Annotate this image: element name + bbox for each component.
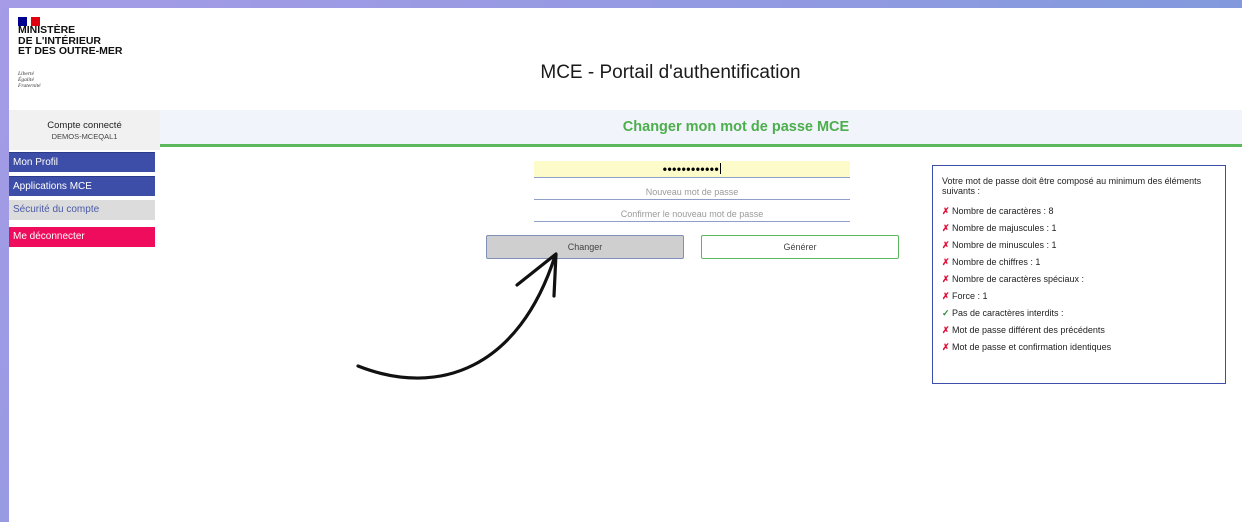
confirm-password-field[interactable]: Confirmer le nouveau mot de passe	[534, 206, 850, 222]
rule-text: Force : 1	[952, 291, 988, 301]
rule-item: ✗ Nombre de caractères spéciaux :	[942, 271, 1225, 288]
account-label: Compte connecté	[47, 120, 122, 131]
app-window: MINISTÈRE DE L'INTÉRIEUR ET DES OUTRE-ME…	[9, 8, 1242, 522]
fail-mark-icon: ✗	[942, 342, 950, 352]
rules-list: ✗ Nombre de caractères : 8 ✗ Nombre de maj…	[942, 203, 1225, 356]
rule-item: ✗ Force : 1	[942, 288, 1225, 305]
rule-text: Nombre de majuscules : 1	[952, 223, 1057, 233]
current-password-field[interactable]: ••••••••••••	[534, 161, 850, 178]
section-banner: Changer mon mot de passe MCE	[160, 110, 1242, 147]
check-mark-icon: ✓	[942, 308, 950, 318]
fail-mark-icon: ✗	[942, 325, 950, 335]
french-flag-icon	[18, 13, 44, 26]
fail-mark-icon: ✗	[942, 206, 950, 216]
logout-button[interactable]: Me déconnecter	[9, 227, 155, 247]
section-title: Changer mon mot de passe MCE	[622, 119, 850, 135]
rule-item: ✗ Mot de passe différent des précédents	[942, 322, 1225, 339]
fail-mark-icon: ✗	[942, 257, 950, 267]
rule-text: Nombre de caractères : 8	[952, 206, 1054, 216]
ministry-line: ET DES OUTRE-MER	[18, 45, 123, 57]
header: MINISTÈRE DE L'INTÉRIEUR ET DES OUTRE-ME…	[9, 8, 1242, 110]
rule-text: Nombre de minuscules : 1	[952, 240, 1057, 250]
ministry-line: MINISTÈRE	[18, 24, 76, 36]
sidebar-item-profile[interactable]: Mon Profil	[9, 152, 155, 172]
rule-item: ✗ Nombre de chiffres : 1	[942, 254, 1225, 271]
sidebar-item-security[interactable]: Sécurité du compte	[9, 200, 155, 220]
change-button[interactable]: Changer	[486, 235, 684, 259]
rule-item: ✗ Nombre de caractères : 8	[942, 203, 1225, 220]
fail-mark-icon: ✗	[942, 274, 950, 284]
rule-text: Nombre de caractères spéciaux :	[952, 274, 1085, 284]
page-title: MCE - Portail d'authentification	[540, 62, 801, 83]
password-mask: ••••••••••••	[662, 162, 720, 176]
fail-mark-icon: ✗	[942, 291, 950, 301]
rule-item: ✗ Nombre de minuscules : 1	[942, 237, 1225, 254]
rule-text: Mot de passe et confirmation identiques	[952, 342, 1112, 352]
connected-account-box: Compte connecté DEMOS-MCEQAL1	[9, 110, 160, 150]
ministry-logo-text: MINISTÈRE DE L'INTÉRIEUR ET DES OUTRE-ME…	[18, 25, 122, 57]
rule-item: ✗ Nombre de majuscules : 1	[942, 220, 1225, 237]
account-username: DEMOS-MCEQAL1	[51, 132, 118, 141]
rule-text: Mot de passe différent des précédents	[952, 325, 1105, 335]
rule-item: ✓ Pas de caractères interdits :	[942, 305, 1225, 322]
sidebar-item-applications[interactable]: Applications MCE	[9, 176, 155, 196]
fail-mark-icon: ✗	[942, 240, 950, 250]
generate-button[interactable]: Générer	[701, 235, 899, 259]
new-password-field[interactable]: Nouveau mot de passe	[534, 184, 850, 200]
rules-intro: Votre mot de passe doit être composé au …	[942, 176, 1202, 196]
rule-text: Nombre de chiffres : 1	[952, 257, 1041, 267]
password-rules-panel: Votre mot de passe doit être composé au …	[932, 165, 1226, 384]
rule-item: ✗ Mot de passe et confirmation identiques	[942, 339, 1225, 356]
text-caret	[720, 163, 722, 174]
fail-mark-icon: ✗	[942, 223, 950, 233]
rule-text: Pas de caractères interdits :	[952, 308, 1064, 318]
